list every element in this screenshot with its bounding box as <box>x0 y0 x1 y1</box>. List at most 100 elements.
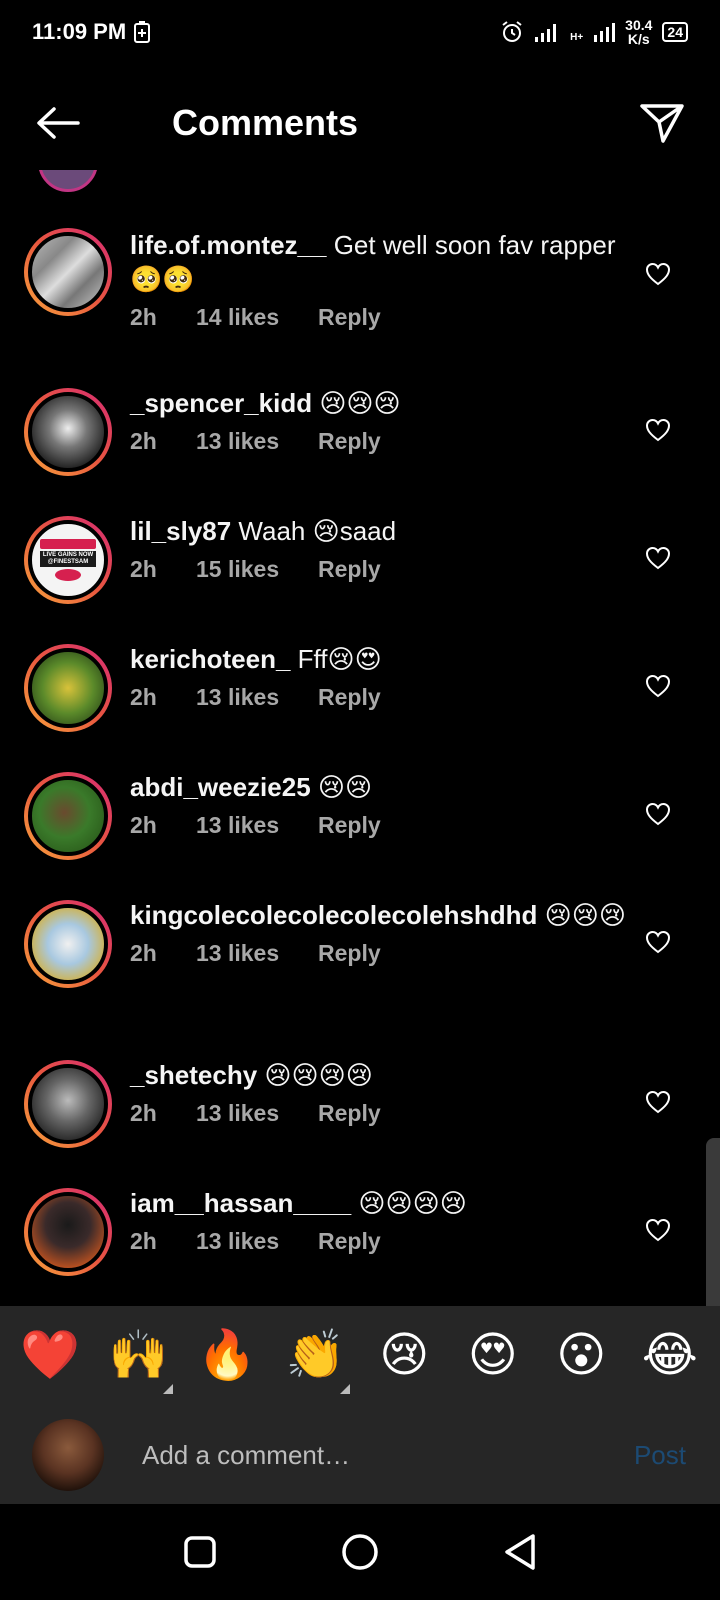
current-user-avatar <box>32 1419 104 1491</box>
comment-username[interactable]: kerichoteen_ <box>130 644 290 674</box>
avatar-image <box>28 648 108 728</box>
like-button[interactable] <box>638 410 678 450</box>
reply-button[interactable]: Reply <box>318 556 381 583</box>
avatar-image <box>28 1192 108 1272</box>
like-button[interactable] <box>638 254 678 294</box>
like-button[interactable] <box>638 1082 678 1122</box>
comment-meta: 2h 13 likes Reply <box>130 684 630 711</box>
comment-likes[interactable]: 13 likes <box>196 940 318 967</box>
comment-likes[interactable]: 13 likes <box>196 1228 318 1255</box>
avatar[interactable] <box>24 644 112 732</box>
reply-button[interactable]: Reply <box>318 428 381 455</box>
avatar[interactable] <box>24 772 112 860</box>
emoji-surprised-button[interactable]: 😮 <box>545 1332 617 1380</box>
comment-text: abdi_weezie25 😢😢 <box>130 770 630 804</box>
avatar-image <box>28 1064 108 1144</box>
post-button[interactable]: Post <box>634 1440 686 1471</box>
avatar[interactable] <box>24 900 112 988</box>
reply-button[interactable]: Reply <box>318 304 381 331</box>
comment-input[interactable] <box>142 1439 634 1471</box>
nav-back-button[interactable] <box>490 1522 550 1582</box>
comment-username[interactable]: iam__hassan____ <box>130 1188 351 1218</box>
comment-username[interactable]: _spencer_kidd <box>130 388 312 418</box>
signal-icon-2 <box>594 23 616 42</box>
avatar[interactable] <box>24 1188 112 1276</box>
comments-list[interactable]: life.of.montez__ Get well soon fav rappe… <box>0 170 720 1304</box>
comment-body: _spencer_kidd 😢😢😢 2h 13 likes Reply <box>130 386 630 455</box>
share-button[interactable] <box>634 95 690 151</box>
comment-text: _shetechy 😢😢😢😢 <box>130 1058 630 1092</box>
triangle-back-icon <box>505 1534 535 1570</box>
emoji-raised-hands: 🙌 <box>108 1329 169 1382</box>
comment-likes[interactable]: 13 likes <box>196 1100 318 1127</box>
status-left: 11:09 PM <box>32 19 151 45</box>
like-button[interactable] <box>638 1210 678 1250</box>
comment-likes[interactable]: 15 likes <box>196 556 318 583</box>
comment-username[interactable]: _shetechy <box>130 1060 257 1090</box>
comment-text: life.of.montez__ Get well soon fav rappe… <box>130 228 630 296</box>
battery-indicator: 24 <box>662 22 688 42</box>
net-speed-value: 30.4 <box>625 17 653 33</box>
comment-message: 😢😢 <box>310 772 373 802</box>
comment-likes[interactable]: 13 likes <box>196 428 318 455</box>
reply-button[interactable]: Reply <box>318 684 381 711</box>
avatar[interactable] <box>24 228 112 316</box>
emoji-heart-eyes-button[interactable]: 😍 <box>457 1332 529 1380</box>
emoji-reaction-bar: ❤️ 🙌 🔥 👏 😢 😍 😮 😂 <box>0 1306 720 1406</box>
page-title: Comments <box>172 102 359 143</box>
comment-meta: 2h 13 likes Reply <box>130 940 630 967</box>
comment-time: 2h <box>130 556 157 582</box>
like-button[interactable] <box>638 794 678 834</box>
avatar-image <box>28 904 108 984</box>
comment-message: Fff😢😍 <box>290 644 382 674</box>
comment-time: 2h <box>130 684 157 710</box>
avatar[interactable] <box>38 170 98 192</box>
emoji-laughing-button[interactable]: 😂 <box>634 1332 706 1380</box>
comment-username[interactable]: lil_sly87 <box>130 516 231 546</box>
like-button[interactable] <box>638 922 678 962</box>
heart-icon <box>645 1090 671 1114</box>
comment-username[interactable]: abdi_weezie25 <box>130 772 311 802</box>
recents-button[interactable] <box>170 1522 230 1582</box>
reply-button[interactable]: Reply <box>318 1100 381 1127</box>
comment-likes[interactable]: 13 likes <box>196 684 318 711</box>
like-button[interactable] <box>638 666 678 706</box>
comment-username[interactable]: kingcolecolecolecolecolehshdhd <box>130 900 537 930</box>
square-icon <box>184 1536 216 1568</box>
comment-meta: 2h 13 likes Reply <box>130 428 630 455</box>
comment-message: Waah 😢saad <box>231 516 397 546</box>
comment-message: 😢😢😢 <box>312 388 401 418</box>
avatar-caption-line: @FINESTSAM <box>47 559 89 565</box>
system-nav-bar <box>0 1504 720 1600</box>
emoji-raised-hands-button[interactable]: 🙌 <box>103 1329 175 1394</box>
avatar[interactable] <box>24 1060 112 1148</box>
emoji-crying-button[interactable]: 😢 <box>368 1332 440 1380</box>
comment-likes[interactable]: 14 likes <box>196 304 318 331</box>
comment-body: kerichoteen_ Fff😢😍 2h 13 likes Reply <box>130 642 630 711</box>
emoji-heart-button[interactable]: ❤️ <box>14 1332 86 1380</box>
comment-username[interactable]: life.of.montez__ <box>130 230 326 260</box>
comment-meta: 2h 13 likes Reply <box>130 812 630 839</box>
comment-compose-bar: Post <box>0 1406 720 1504</box>
comment-meta: 2h 14 likes Reply <box>130 304 630 331</box>
status-right: H+ 30.4 K/s 24 <box>500 18 688 46</box>
avatar[interactable]: LIVE GAINS NOW @FINESTSAM <box>24 516 112 604</box>
comment-text: lil_sly87 Waah 😢saad <box>130 514 630 548</box>
like-button[interactable] <box>638 538 678 578</box>
comment-body: life.of.montez__ Get well soon fav rappe… <box>130 228 630 331</box>
home-button[interactable] <box>330 1522 390 1582</box>
avatar[interactable] <box>24 388 112 476</box>
reply-button[interactable]: Reply <box>318 940 381 967</box>
reply-button[interactable]: Reply <box>318 1228 381 1255</box>
avatar-image: LIVE GAINS NOW @FINESTSAM <box>28 520 108 600</box>
back-button[interactable] <box>30 95 86 151</box>
heart-icon <box>645 802 671 826</box>
battery-saver-icon <box>134 21 151 43</box>
emoji-clap-button[interactable]: 👏 <box>280 1332 352 1394</box>
comment-text: iam__hassan____ 😢😢😢😢 <box>130 1186 630 1220</box>
reply-button[interactable]: Reply <box>318 812 381 839</box>
comment-meta: 2h 15 likes Reply <box>130 556 630 583</box>
comment-likes[interactable]: 13 likes <box>196 812 318 839</box>
emoji-fire-button[interactable]: 🔥 <box>191 1332 263 1380</box>
comment-time: 2h <box>130 940 157 966</box>
